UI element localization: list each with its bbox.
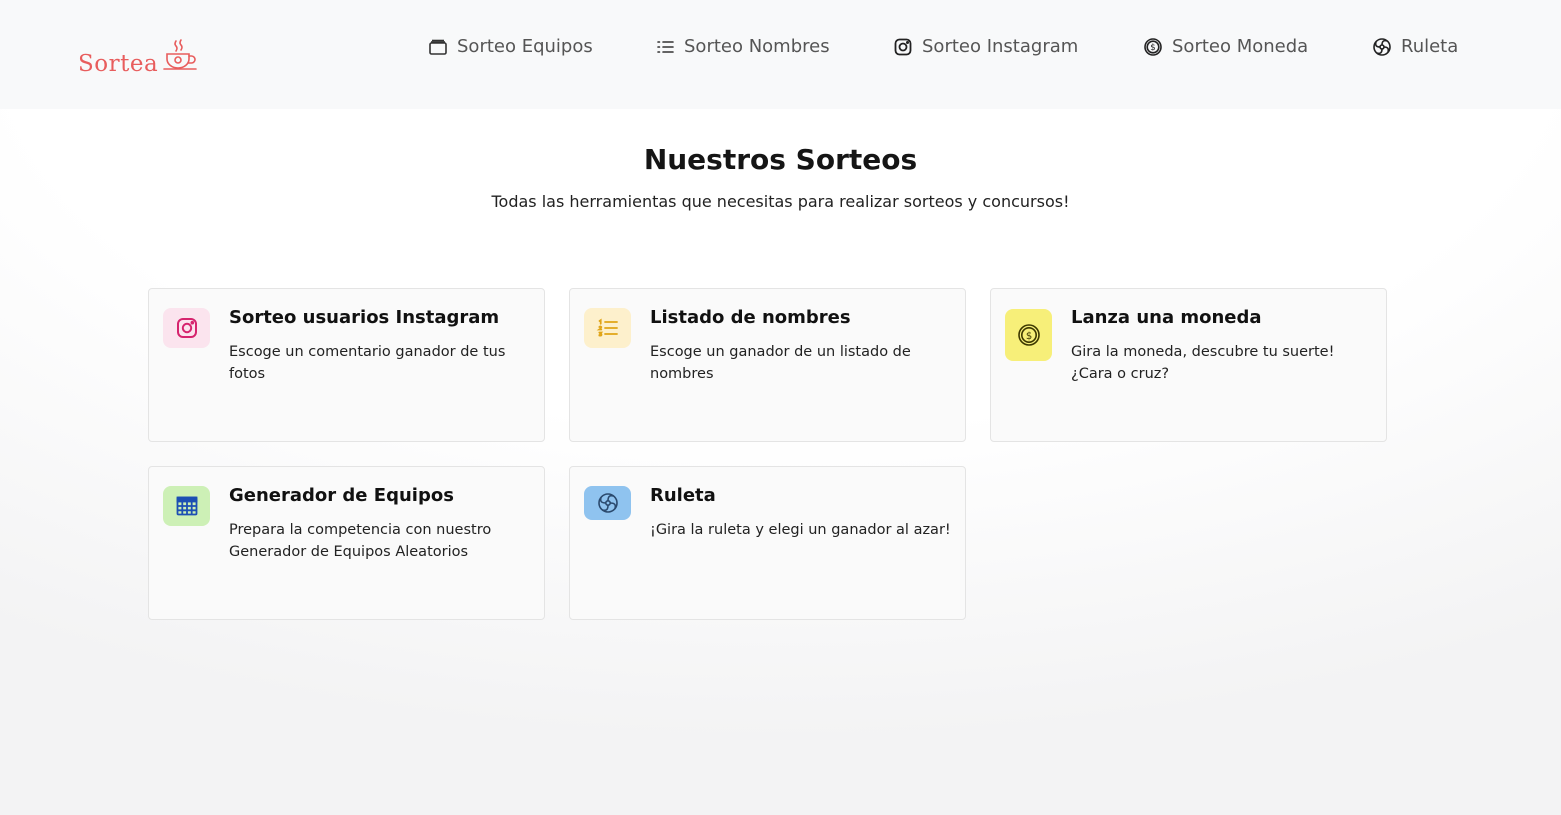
card-icon-badge	[584, 308, 631, 348]
card-icon-badge	[163, 486, 210, 526]
navbar: Sortea Sorteo Equipos Sorteo Nombres Sor…	[0, 0, 1561, 109]
svg-text:$: $	[1150, 43, 1155, 53]
card-title: Sorteo usuarios Instagram	[229, 307, 500, 328]
coffee-cup-icon	[163, 39, 197, 70]
card-description: ¡Gira la ruleta y elegi un ganador al az…	[650, 522, 951, 538]
nav-sorteo-moneda[interactable]: $ Sorteo Moneda	[1143, 36, 1308, 57]
coin-icon: $	[1144, 37, 1162, 56]
nav-label: Sorteo Moneda	[1172, 36, 1309, 57]
nav-label: Sorteo Equipos	[457, 36, 593, 57]
nav-sorteo-equipos[interactable]: Sorteo Equipos	[428, 36, 593, 57]
card-title: Generador de Equipos	[229, 485, 454, 506]
card-title: Ruleta	[650, 485, 716, 506]
table-icon	[176, 496, 197, 516]
card-title: Lanza una moneda	[1071, 307, 1262, 328]
wheel-icon	[597, 493, 618, 513]
nav-sorteo-instagram[interactable]: Sorteo Instagram	[893, 36, 1078, 57]
nav-label: Sorteo Nombres	[684, 36, 830, 57]
wheel-icon	[1373, 37, 1391, 56]
card-title: Listado de nombres	[650, 307, 851, 328]
card-listado-nombres[interactable]: Listado de nombres Escoge un ganador de …	[569, 288, 966, 442]
nav-label: Sorteo Instagram	[922, 36, 1079, 57]
page-title: Nuestros Sorteos	[643, 143, 918, 176]
list-icon	[657, 40, 674, 53]
briefcase-icon	[429, 39, 447, 55]
nav-label: Ruleta	[1401, 36, 1459, 57]
card-icon-badge: $	[1005, 309, 1052, 361]
card-generador-equipos[interactable]: Generador de Equipos Prepara la competen…	[148, 466, 545, 620]
nav-ruleta[interactable]: Ruleta	[1372, 36, 1458, 57]
svg-text:$: $	[1025, 331, 1031, 342]
instagram-icon	[176, 318, 197, 338]
card-description: Escoge un ganador de un listado de nombr…	[650, 344, 911, 382]
card-description: Escoge un comentario ganador de tus foto…	[229, 344, 506, 382]
page-subtitle: Todas las herramientas que necesitas par…	[491, 192, 1070, 211]
card-description: Gira la moneda, descubre tu suerte! ¿Car…	[1071, 344, 1335, 382]
card-lanza-moneda[interactable]: $ Lanza una moneda Gira la moneda, descu…	[990, 288, 1387, 442]
list-icon	[596, 318, 618, 337]
card-icon-badge	[584, 486, 631, 520]
nav-sorteo-nombres[interactable]: Sorteo Nombres	[655, 36, 830, 57]
card-ruleta[interactable]: Ruleta ¡Gira la ruleta y elegi un ganado…	[569, 466, 966, 620]
card-icon-badge	[163, 308, 210, 348]
coin-icon: $	[1017, 324, 1040, 346]
instagram-icon	[894, 38, 912, 55]
brand-logo[interactable]: Sortea	[78, 38, 198, 76]
card-description: Prepara la competencia con nuestro Gener…	[229, 522, 492, 560]
card-sorteo-instagram[interactable]: Sorteo usuarios Instagram Escoge un come…	[148, 288, 545, 442]
brand-name: Sortea	[78, 51, 159, 77]
